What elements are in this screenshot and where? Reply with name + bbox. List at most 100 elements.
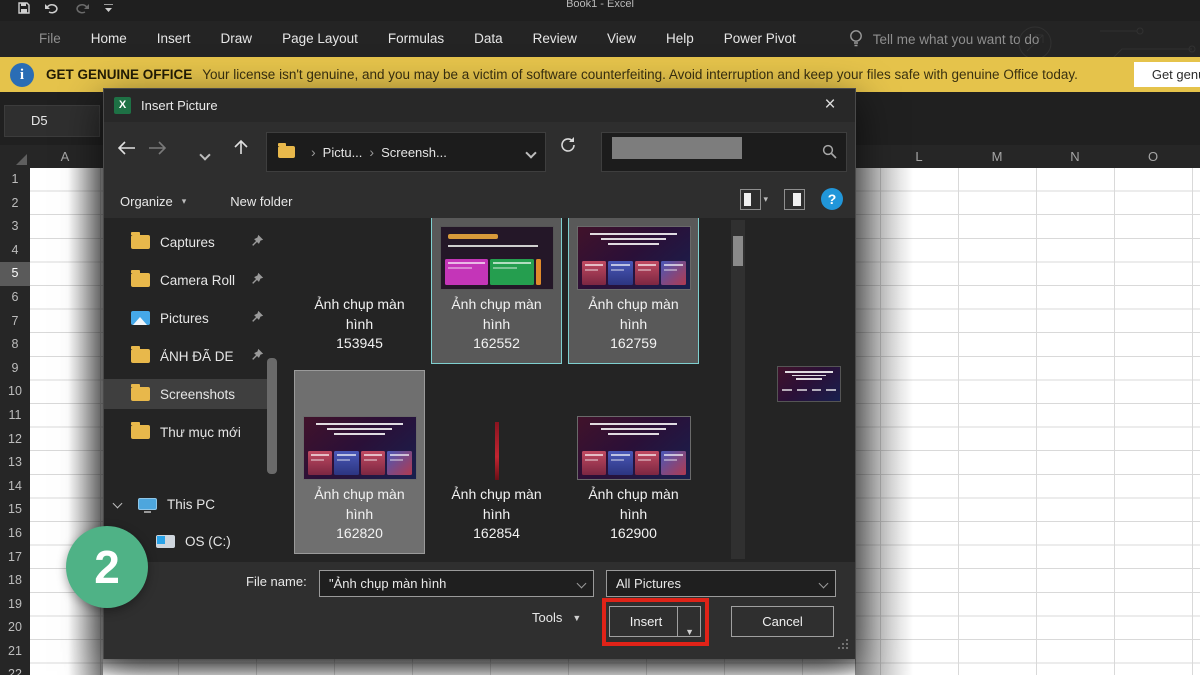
row-header[interactable]: 13 (0, 451, 30, 475)
excel-icon: X (114, 97, 131, 114)
resize-grip-icon[interactable] (838, 636, 849, 654)
file-type-dropdown[interactable]: All Pictures (606, 570, 836, 597)
close-icon[interactable]: × (815, 91, 845, 119)
file-item[interactable]: Ảnh chụp màn hình 162854 (431, 370, 562, 554)
pin-icon (250, 234, 264, 251)
file-item[interactable]: Ảnh chụp màn hình 162820 (294, 370, 425, 554)
column-headers-right: LMNO (880, 145, 1200, 168)
chevron-down-icon[interactable] (819, 579, 829, 589)
ribbon-tab[interactable]: Help (651, 21, 709, 57)
file-item[interactable]: Ảnh chụp màn hình 162759 (568, 218, 699, 364)
column-header[interactable]: A (61, 149, 70, 164)
back-icon[interactable] (114, 134, 140, 164)
chevron-down-icon[interactable] (525, 147, 536, 158)
row-header[interactable]: 7 (0, 310, 30, 334)
ribbon-tab[interactable]: Draw (206, 21, 268, 57)
column-header[interactable]: N (1036, 145, 1114, 168)
row-header[interactable]: 1 (0, 168, 30, 192)
organize-button[interactable]: Organize ▾ (120, 194, 186, 209)
row-header[interactable]: 2 (0, 192, 30, 216)
help-icon[interactable]: ? (821, 188, 843, 210)
ribbon-tab[interactable]: Review (518, 21, 592, 57)
breadcrumb-item[interactable]: Screensh... (381, 145, 447, 160)
ribbon-tab[interactable]: Data (459, 21, 518, 57)
ribbon-tab[interactable]: Power Pivot (709, 21, 811, 57)
ribbon-tab[interactable]: Insert (142, 21, 206, 57)
row-header[interactable]: 5 (0, 262, 30, 286)
file-thumbnail (303, 416, 417, 480)
row-header[interactable]: 17 (0, 546, 30, 570)
row-header[interactable]: 18 (0, 569, 30, 593)
sidebar-item[interactable]: Screenshots (104, 379, 274, 409)
row-header[interactable]: 15 (0, 498, 30, 522)
pin-icon (250, 310, 264, 327)
row-header[interactable]: 4 (0, 239, 30, 263)
sidebar-item[interactable]: Thư mục mới (104, 417, 274, 447)
row-header[interactable]: 8 (0, 333, 30, 357)
sidebar-item[interactable]: Captures (104, 227, 274, 257)
column-header[interactable]: M (958, 145, 1036, 168)
file-thumbnail-area (432, 218, 561, 293)
row-header[interactable]: 6 (0, 286, 30, 310)
forward-icon[interactable] (144, 134, 170, 164)
file-name-input[interactable] (329, 572, 559, 595)
sidebar-item[interactable]: ẢNH ĐÃ DE (104, 341, 274, 371)
preview-pane-icon[interactable] (784, 189, 805, 210)
sidebar-item-label: Screenshots (160, 387, 235, 402)
column-header[interactable]: O (1114, 145, 1192, 168)
row-header[interactable]: 21 (0, 640, 30, 664)
get-genuine-office-button[interactable]: Get genuine Office (1134, 62, 1200, 87)
file-name-combobox[interactable] (319, 570, 594, 597)
row-header[interactable]: 20 (0, 616, 30, 640)
up-icon[interactable] (228, 134, 254, 164)
select-all-icon[interactable] (0, 145, 30, 168)
row-header[interactable]: 11 (0, 404, 30, 428)
row-header[interactable]: 22 (0, 663, 30, 675)
file-list-scrollbar[interactable] (731, 220, 745, 559)
chevron-down-icon[interactable] (577, 579, 587, 589)
scrollbar-thumb[interactable] (733, 236, 743, 266)
breadcrumb-item[interactable]: Pictu... (323, 145, 363, 160)
insert-button-highlight (602, 598, 709, 646)
file-name: Ảnh chụp màn hình (308, 485, 412, 524)
new-folder-button[interactable]: New folder (230, 194, 292, 209)
sidebar-item[interactable]: Camera Roll (104, 265, 274, 295)
dialog-titlebar: X Insert Picture × (104, 89, 855, 122)
file-item[interactable]: Ảnh chụp màn hình 162552 (431, 218, 562, 364)
banner-message: Your license isn't genuine, and you may … (202, 67, 1078, 82)
row-header[interactable]: 10 (0, 380, 30, 404)
sidebar-item[interactable]: Pictures (104, 303, 274, 333)
file-number: 162759 (569, 334, 698, 354)
address-bar[interactable]: › Pictu... › Screensh... (266, 132, 546, 172)
row-header[interactable]: 3 (0, 215, 30, 239)
sidebar-item-label: Pictures (160, 311, 209, 326)
file-item[interactable]: Ảnh chụp màn hình 153945 (294, 218, 425, 364)
ribbon-tab[interactable]: Page Layout (267, 21, 373, 57)
sidebar-scrollbar[interactable] (267, 358, 277, 474)
row-header[interactable]: 9 (0, 357, 30, 381)
ribbon-tab[interactable]: Home (76, 21, 142, 57)
row-header[interactable]: 19 (0, 593, 30, 617)
dialog-shadow-bottom (103, 659, 856, 675)
column-header[interactable]: L (880, 145, 958, 168)
sidebar-item[interactable]: This PC (104, 489, 274, 519)
row-header[interactable]: 14 (0, 475, 30, 499)
row-header[interactable]: 12 (0, 428, 30, 452)
name-box[interactable]: D5 (4, 105, 100, 137)
expander-icon[interactable] (113, 499, 123, 509)
ribbon-tab[interactable]: View (592, 21, 651, 57)
search-box[interactable] (601, 132, 847, 172)
file-name: Ảnh chụp màn hình (308, 295, 412, 334)
row-header[interactable]: 16 (0, 522, 30, 546)
change-view-button[interactable]: ▾ (740, 189, 768, 210)
file-item[interactable]: Ảnh chụp màn hình 162900 (568, 370, 699, 554)
recent-locations-icon[interactable] (192, 138, 218, 168)
ribbon-tab[interactable]: Formulas (373, 21, 459, 57)
cancel-button[interactable]: Cancel (731, 606, 834, 637)
lightbulb-icon (849, 29, 863, 50)
tools-button[interactable]: Tools ▼ (532, 610, 581, 625)
refresh-icon[interactable] (559, 136, 577, 159)
pin-icon (250, 272, 264, 289)
dialog-command-bar: Organize ▾ New folder ▾ ? (104, 184, 855, 218)
ribbon-tab[interactable]: File (24, 21, 76, 57)
